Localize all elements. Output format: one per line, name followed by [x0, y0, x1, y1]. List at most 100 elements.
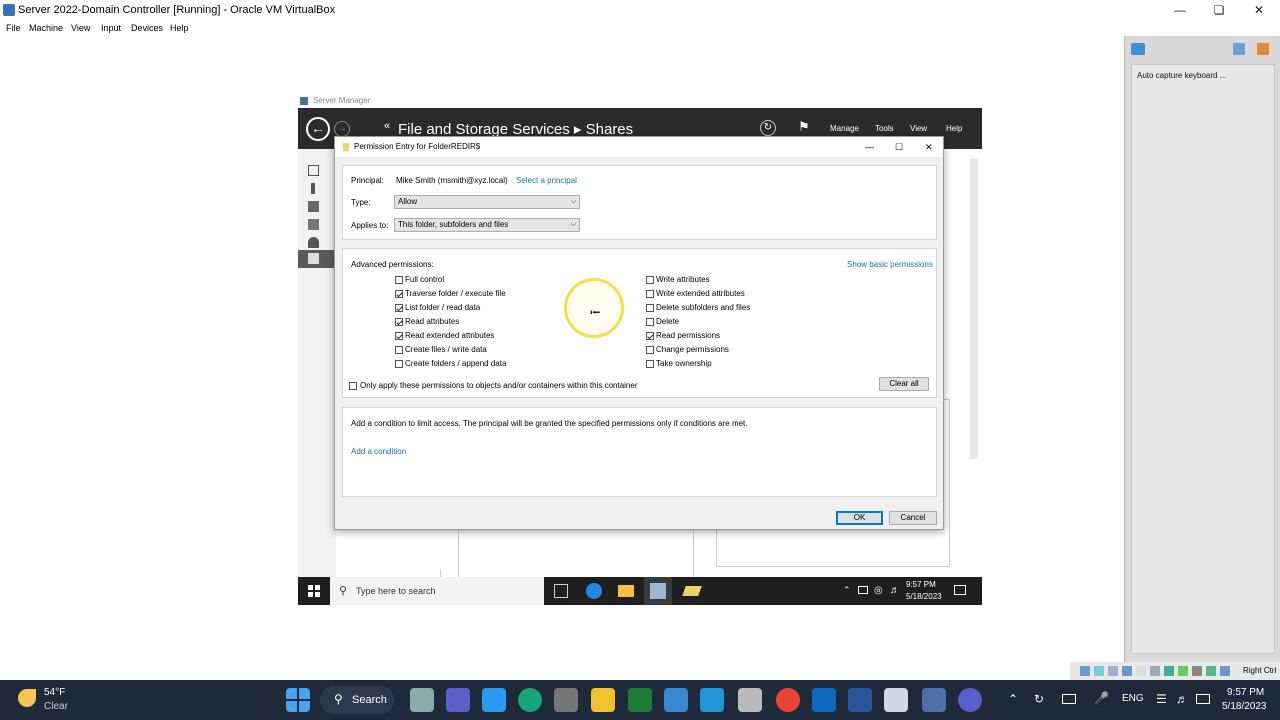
menu-manage[interactable]: Manage: [830, 124, 859, 133]
notification-icon[interactable]: [1257, 43, 1269, 55]
select-principal-link[interactable]: Select a principal: [516, 176, 577, 185]
ok-button[interactable]: OK: [836, 511, 883, 525]
menu-help[interactable]: Help: [170, 20, 189, 36]
label-read-extended-attributes: Read extended attributes: [405, 331, 495, 340]
globe-icon[interactable]: ◎: [874, 585, 883, 596]
calculator-icon[interactable]: [554, 688, 578, 712]
start-button[interactable]: [308, 585, 320, 597]
server-manager-taskbar-icon: [650, 583, 666, 599]
label-read-attributes: Read attributes: [405, 317, 460, 326]
virtualbox-taskbar-icon[interactable]: [922, 688, 946, 712]
checkbox-change-permissions[interactable]: [646, 346, 654, 354]
display-icon[interactable]: [1062, 694, 1076, 704]
checkbox-read-permissions[interactable]: [646, 332, 654, 340]
menu-machine[interactable]: Machine: [29, 20, 63, 36]
microphone-icon[interactable]: 🎤: [1094, 691, 1109, 705]
checkbox-list-folder[interactable]: [395, 304, 403, 312]
menu-input[interactable]: Input: [101, 20, 121, 36]
flag-icon[interactable]: ⚑: [798, 119, 810, 135]
checkbox-delete-subfolders[interactable]: [646, 304, 654, 312]
dialog-close-button[interactable]: ✕: [925, 137, 933, 157]
checkbox-read-attributes[interactable]: [395, 318, 403, 326]
checkbox-write-extended-attributes[interactable]: [646, 290, 654, 298]
dns-icon[interactable]: [308, 237, 319, 248]
tray-chevron-icon[interactable]: ⌃: [843, 585, 851, 596]
info-icon[interactable]: [1131, 43, 1145, 55]
device-status-icons[interactable]: [1080, 666, 1230, 676]
local-server-icon[interactable]: [311, 183, 315, 194]
applies-to-select[interactable]: This folder, subfolders and files ⌵: [394, 218, 580, 232]
back-arrow-icon[interactable]: ←: [306, 117, 330, 141]
file-explorer-icon[interactable]: [618, 585, 634, 597]
azure-icon[interactable]: [700, 688, 724, 712]
network-icon[interactable]: [858, 586, 868, 594]
file-storage-nav-item[interactable]: [298, 250, 336, 268]
outlook-icon[interactable]: [664, 688, 688, 712]
weather-icon[interactable]: [18, 689, 36, 707]
wifi-icon[interactable]: ☰: [1156, 692, 1167, 706]
file-explorer-icon[interactable]: [591, 688, 615, 712]
checkbox-only-apply[interactable]: [349, 382, 357, 390]
task-view-icon[interactable]: [554, 584, 568, 598]
clear-all-button[interactable]: Clear all: [879, 377, 929, 391]
server-manager-taskbar-button[interactable]: [644, 577, 672, 605]
close-button[interactable]: ✕: [1239, 0, 1279, 20]
checkbox-full-control[interactable]: [395, 276, 403, 284]
forward-arrow-icon[interactable]: →: [334, 121, 350, 137]
menu-view[interactable]: View: [71, 20, 90, 36]
show-basic-permissions-link[interactable]: Show basic permissions: [847, 260, 933, 269]
tray-chevron-icon[interactable]: ⌃: [1008, 692, 1018, 706]
volume-icon[interactable]: ♬: [1176, 692, 1188, 706]
mail-icon[interactable]: [812, 688, 836, 712]
dialog-minimize-button[interactable]: —: [865, 137, 874, 157]
store-icon[interactable]: [482, 688, 506, 712]
volume-icon[interactable]: ♬: [890, 585, 900, 596]
snipping-tool-icon[interactable]: [628, 688, 652, 712]
teams-icon[interactable]: [446, 688, 470, 712]
language-indicator[interactable]: ENG: [1122, 693, 1144, 704]
restore-button[interactable]: ❏: [1199, 0, 1239, 20]
minimize-button[interactable]: —: [1160, 0, 1200, 20]
host-search-button[interactable]: ⚲ Search: [320, 686, 394, 714]
checkbox-delete[interactable]: [646, 318, 654, 326]
menu-help-sm[interactable]: Help: [946, 124, 962, 133]
menu-tools[interactable]: Tools: [875, 124, 894, 133]
3d-viewer-icon[interactable]: [884, 688, 908, 712]
app-icon[interactable]: [958, 688, 982, 712]
refresh-icon[interactable]: ↻: [760, 120, 776, 136]
notifications-icon[interactable]: [954, 585, 966, 595]
all-servers-icon[interactable]: [308, 201, 319, 212]
menu-devices[interactable]: Devices: [131, 20, 163, 36]
menu-view-sm[interactable]: View: [910, 124, 927, 133]
task-view-icon[interactable]: [410, 688, 434, 712]
ad-ds-icon[interactable]: [308, 219, 319, 230]
app-icon[interactable]: [682, 586, 702, 596]
chrome-icon[interactable]: [776, 688, 800, 712]
scrollbar[interactable]: [970, 159, 978, 459]
word-icon[interactable]: [848, 688, 872, 712]
dialog-titlebar: Permission Entry for FolderREDIR$ — ☐ ✕: [335, 137, 943, 157]
sync-icon[interactable]: ↻: [1034, 692, 1044, 706]
checkbox-write-attributes[interactable]: [646, 276, 654, 284]
checkbox-traverse-folder[interactable]: [395, 290, 403, 298]
checkbox-create-folders[interactable]: [395, 360, 403, 368]
cancel-button[interactable]: Cancel: [889, 511, 937, 525]
menu-file[interactable]: File: [6, 20, 21, 36]
edge-browser-icon[interactable]: [518, 688, 542, 712]
edge-icon[interactable]: [586, 583, 602, 599]
checkbox-create-files[interactable]: [395, 346, 403, 354]
type-select[interactable]: Allow ⌵: [394, 195, 580, 209]
guest-search-box[interactable]: ⚲ Type here to search: [330, 577, 544, 605]
settings-icon[interactable]: [1233, 43, 1245, 55]
applies-to-label: Applies to:: [351, 221, 389, 230]
paint-icon[interactable]: [738, 688, 762, 712]
checkbox-take-ownership[interactable]: [646, 360, 654, 368]
dialog-maximize-button[interactable]: ☐: [895, 137, 903, 157]
add-condition-link[interactable]: Add a condition: [351, 447, 406, 456]
dashboard-icon[interactable]: [308, 165, 319, 176]
windows-start-button[interactable]: [286, 688, 310, 712]
permission-entry-dialog: Permission Entry for FolderREDIR$ — ☐ ✕ …: [334, 136, 944, 530]
label-traverse-folder: Traverse folder / execute file: [405, 289, 506, 298]
battery-icon[interactable]: [1196, 694, 1210, 704]
checkbox-read-extended-attributes[interactable]: [395, 332, 403, 340]
